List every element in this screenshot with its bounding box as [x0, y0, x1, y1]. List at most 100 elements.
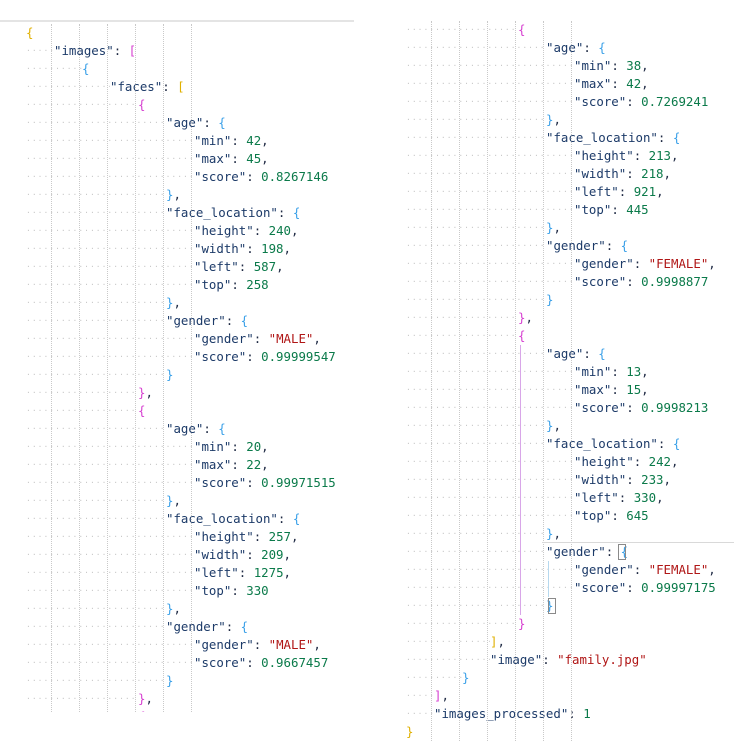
json-key: "score" [574, 94, 627, 109]
json-punctuation: , [261, 457, 269, 472]
code-line[interactable]: "face_location": { [166, 204, 300, 222]
json-punctuation: : [611, 508, 627, 523]
code-line[interactable]: { [138, 96, 145, 114]
json-key: "width" [194, 547, 247, 562]
code-line[interactable]: }, [138, 690, 153, 708]
json-key: "max" [194, 457, 232, 472]
code-line[interactable]: "max": 42, [574, 75, 649, 93]
json-key: "left" [574, 490, 619, 505]
indent-guide-dots: ···························· [26, 388, 138, 397]
code-line[interactable]: "gender": { [166, 618, 248, 636]
code-line[interactable]: "gender": { [546, 543, 628, 561]
code-line[interactable]: "images_processed": 1 [434, 705, 591, 723]
code-line[interactable]: }, [546, 111, 561, 129]
code-line[interactable]: } [166, 672, 173, 690]
json-key: "gender" [166, 313, 226, 328]
code-line[interactable]: "height": 240, [194, 222, 298, 240]
json-number: 15 [626, 382, 642, 397]
code-line[interactable]: "gender": "MALE", [194, 330, 321, 348]
code-line[interactable]: "gender": { [546, 237, 628, 255]
code-line[interactable]: ], [434, 687, 449, 705]
indent-guide-dots: ··································· [406, 349, 546, 358]
code-line[interactable]: { [138, 708, 145, 712]
code-line[interactable]: "min": 13, [574, 363, 649, 381]
json-key: "score" [194, 475, 247, 490]
json-punctuation: : [611, 202, 627, 217]
code-line[interactable]: "age": { [546, 345, 606, 363]
code-line[interactable]: { [138, 402, 145, 420]
code-line[interactable]: "min": 20, [194, 438, 269, 456]
code-line[interactable]: "gender": "FEMALE", [574, 561, 716, 579]
code-line[interactable]: "gender": "FEMALE", [574, 255, 716, 273]
code-line[interactable]: "images": [ [54, 42, 136, 60]
code-line[interactable]: "score": 0.9667457 [194, 654, 328, 672]
code-line[interactable]: } [406, 723, 413, 741]
indent-guide-dots: ·············· [406, 673, 462, 682]
code-line[interactable]: "score": 0.99971515 [194, 474, 336, 492]
code-line[interactable]: } [546, 291, 553, 309]
code-line[interactable]: }, [518, 309, 533, 327]
indent-guide-dots: ···························· [26, 406, 138, 415]
json-bracket: { [138, 709, 145, 712]
code-line[interactable]: } [166, 366, 173, 384]
code-line[interactable]: { [518, 21, 525, 39]
code-line[interactable]: "image": "family.jpg" [490, 651, 647, 669]
code-line[interactable]: "score": 0.8267146 [194, 168, 328, 186]
code-line[interactable]: { [518, 327, 525, 345]
json-punctuation: : [231, 439, 247, 454]
code-line[interactable]: }, [138, 384, 153, 402]
code-line[interactable]: }, [546, 417, 561, 435]
code-line[interactable]: "width": 233, [574, 471, 671, 489]
code-line[interactable]: "max": 22, [194, 456, 269, 474]
code-line[interactable]: }, [166, 600, 181, 618]
code-line[interactable]: }, [546, 525, 561, 543]
code-line[interactable]: "age": { [546, 39, 606, 57]
json-punctuation: : [611, 382, 627, 397]
code-line[interactable]: "gender": { [166, 312, 248, 330]
code-line[interactable]: "score": 0.9998877 [574, 273, 708, 291]
code-line[interactable]: "gender": "MALE", [194, 636, 321, 654]
code-line[interactable]: "min": 42, [194, 132, 269, 150]
code-line[interactable]: "score": 0.99997175 [574, 579, 716, 597]
code-line[interactable]: "faces": [ [110, 78, 185, 96]
code-line[interactable]: "width": 198, [194, 240, 291, 258]
code-line[interactable]: "age": { [166, 114, 226, 132]
json-editor-right-panel[interactable]: ····························{···········… [392, 0, 734, 752]
code-line[interactable]: "top": 330 [194, 582, 269, 600]
code-line[interactable]: "face_location": { [166, 510, 300, 528]
json-punctuation: , [173, 601, 181, 616]
code-line[interactable]: "top": 258 [194, 276, 269, 294]
json-punctuation: : [633, 454, 649, 469]
code-line[interactable]: "height": 213, [574, 147, 678, 165]
json-key: "score" [194, 169, 247, 184]
code-line[interactable]: "top": 445 [574, 201, 649, 219]
code-line[interactable]: } [518, 615, 525, 633]
code-line[interactable]: "max": 15, [574, 381, 649, 399]
code-line[interactable]: { [82, 60, 89, 78]
code-line[interactable]: "left": 1275, [194, 564, 291, 582]
code-line[interactable]: { [26, 24, 33, 42]
code-line[interactable]: "left": 587, [194, 258, 284, 276]
code-line[interactable]: "min": 38, [574, 57, 649, 75]
code-line[interactable]: "height": 242, [574, 453, 678, 471]
code-line[interactable]: "max": 45, [194, 150, 269, 168]
code-line[interactable]: }, [166, 186, 181, 204]
code-line[interactable]: "height": 257, [194, 528, 298, 546]
code-line[interactable]: "width": 218, [574, 165, 671, 183]
code-line[interactable]: "face_location": { [546, 129, 680, 147]
code-line[interactable]: }, [166, 294, 181, 312]
json-editor-left-panel[interactable]: {·······"images": [··············{······… [0, 0, 368, 712]
code-line[interactable]: "score": 0.9998213 [574, 399, 708, 417]
code-line[interactable]: "score": 0.99999547 [194, 348, 336, 366]
code-line[interactable]: "width": 209, [194, 546, 291, 564]
code-line[interactable]: }, [546, 219, 561, 237]
code-line[interactable]: "left": 330, [574, 489, 664, 507]
code-line[interactable]: "left": 921, [574, 183, 664, 201]
code-line[interactable]: "top": 645 [574, 507, 649, 525]
code-line[interactable]: } [462, 669, 469, 687]
code-line[interactable]: }, [166, 492, 181, 510]
code-line[interactable]: ], [490, 633, 505, 651]
code-line[interactable]: "age": { [166, 420, 226, 438]
code-line[interactable]: "score": 0.7269241 [574, 93, 708, 111]
code-line[interactable]: "face_location": { [546, 435, 680, 453]
